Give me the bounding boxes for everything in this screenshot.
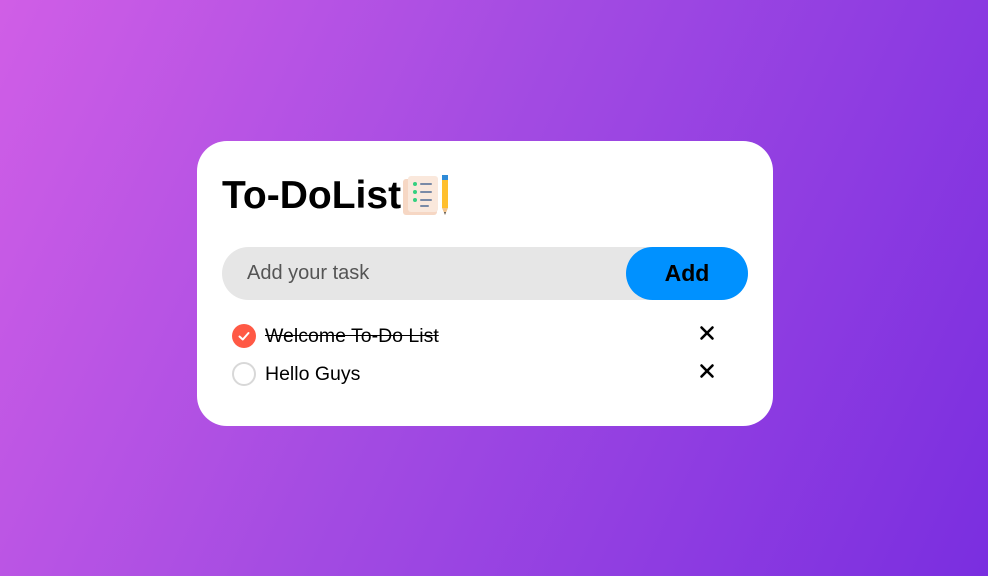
- task-item[interactable]: Welcome To-Do List: [232, 317, 722, 355]
- task-list: Welcome To-Do List Hello Guys: [232, 317, 722, 393]
- add-task-bar: Add: [222, 247, 748, 300]
- todo-card: To-DoList Add your task Add Welcome To-D…: [197, 141, 773, 426]
- close-icon[interactable]: [699, 325, 715, 341]
- header: To-DoList: [222, 171, 451, 221]
- notepad-with-pencil-icon: [403, 175, 451, 217]
- task-input[interactable]: [222, 247, 622, 300]
- close-icon[interactable]: [699, 363, 715, 379]
- page-title: To-DoList: [222, 174, 402, 217]
- task-item[interactable]: Hello Guys: [232, 355, 722, 393]
- add-button[interactable]: Add: [626, 247, 748, 300]
- task-label: Welcome To-Do List: [265, 325, 439, 347]
- empty-circle-icon[interactable]: [232, 362, 256, 386]
- task-label: Hello Guys: [265, 363, 361, 385]
- check-icon[interactable]: [232, 324, 256, 348]
